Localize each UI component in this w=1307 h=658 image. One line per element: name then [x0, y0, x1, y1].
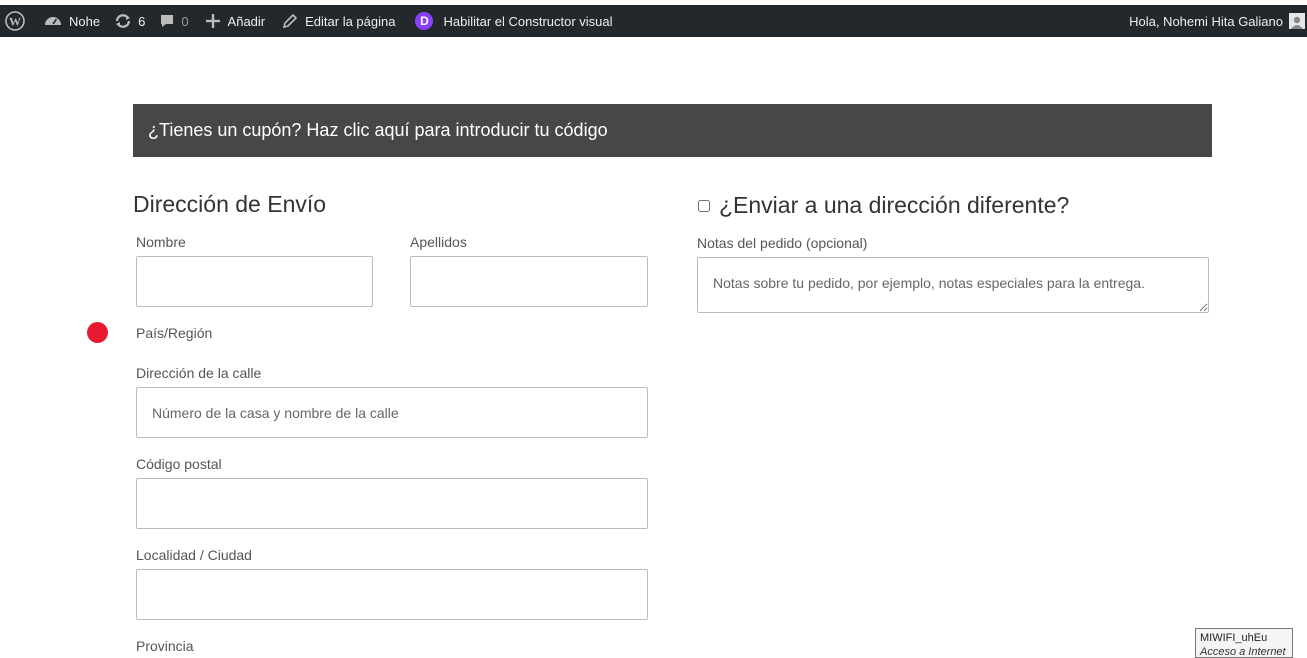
comments-count: 0 [181, 13, 189, 29]
updates-menu[interactable]: 6 [107, 5, 152, 37]
visual-builder-link[interactable]: D Habilitar el Constructor visual [402, 5, 619, 37]
updates-count: 6 [138, 13, 146, 29]
first-name-input[interactable] [136, 256, 373, 307]
wifi-network-name: MIWIFI_uhEu [1200, 632, 1268, 644]
wifi-tooltip: MIWIFI_uhEu Acceso a Internet [1195, 628, 1293, 658]
postcode-label: Código postal [136, 456, 222, 472]
site-name-menu[interactable]: Nohe [32, 5, 107, 37]
last-name-label: Apellidos [410, 234, 467, 250]
wifi-status: Acceso a Internet [1200, 646, 1286, 658]
edit-page-link[interactable]: Editar la página [272, 5, 402, 37]
site-name: Nohe [69, 13, 101, 29]
province-label: Provincia [136, 638, 194, 654]
ship-different-address-checkbox[interactable] [698, 200, 710, 212]
city-input[interactable] [136, 569, 648, 620]
first-name-label: Nombre [136, 234, 186, 250]
new-content-menu[interactable]: Añadir [196, 5, 273, 37]
ship-different-address-heading[interactable]: ¿Enviar a una dirección diferente? [719, 192, 1069, 219]
order-notes-label: Notas del pedido (opcional) [697, 235, 868, 251]
avatar [1289, 13, 1305, 29]
divi-logo-icon: D [415, 12, 434, 30]
my-account-menu[interactable]: Hola, Nohemi Hita Galiano [1122, 5, 1307, 37]
coupon-text[interactable]: ¿Tienes un cupón? Haz clic aquí para int… [148, 120, 608, 141]
admin-bar: W Nohe 6 0 Añadir Editar la página D Hab… [0, 5, 1307, 37]
marker-dot [87, 322, 108, 343]
plus-icon [205, 14, 220, 28]
city-label: Localidad / Ciudad [136, 547, 252, 563]
last-name-input[interactable] [410, 256, 648, 307]
comments-menu[interactable]: 0 [152, 5, 195, 37]
coupon-toggle-banner[interactable]: ¿Tienes un cupón? Haz clic aquí para int… [133, 104, 1212, 157]
user-icon [1291, 16, 1303, 29]
shipping-heading: Dirección de Envío [133, 191, 327, 217]
dashboard-icon [45, 17, 61, 25]
visual-builder-label: Habilitar el Constructor visual [443, 13, 613, 29]
comment-icon [161, 15, 174, 27]
street-input[interactable] [136, 387, 648, 438]
updates-icon [115, 14, 131, 28]
greeting-text: Hola, Nohemi Hita Galiano [1129, 13, 1283, 29]
order-notes-textarea[interactable] [697, 257, 1209, 313]
new-label: Añadir [227, 13, 266, 29]
wordpress-logo-menu[interactable]: W [0, 5, 32, 37]
street-label: Dirección de la calle [136, 365, 262, 381]
edit-page-label: Editar la página [305, 13, 396, 29]
wordpress-icon: W [5, 11, 25, 31]
country-label: País/Región [136, 325, 213, 341]
pencil-icon [283, 13, 298, 28]
svg-text:W: W [9, 15, 21, 29]
postcode-input[interactable] [136, 478, 648, 529]
